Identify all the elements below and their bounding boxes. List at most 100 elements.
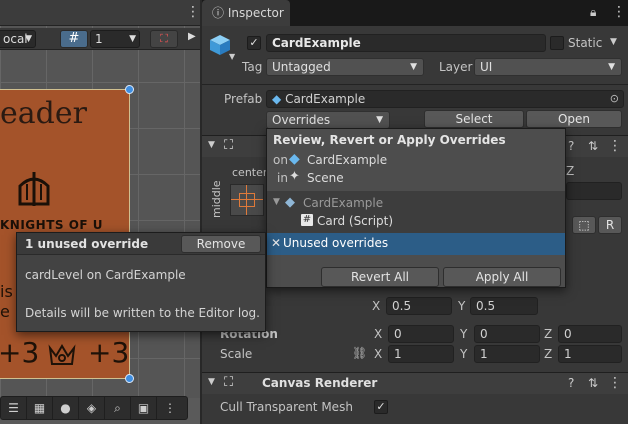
layer-label: Layer	[439, 60, 473, 74]
cull-transparent-mesh-label: Cull Transparent Mesh	[220, 400, 353, 414]
rect-handle-top-right[interactable]	[125, 85, 134, 94]
revert-all-button[interactable]: Revert All	[321, 267, 439, 287]
rotation-x-label: X	[374, 327, 383, 341]
component-menu-icon[interactable]: ⋮	[608, 138, 622, 154]
foldout-arrow-icon: ▼	[208, 377, 215, 387]
rect-handle-bottom-right[interactable]	[125, 374, 134, 383]
scene-toolbar: ⋮	[0, 0, 200, 26]
scale-y-field[interactable]: 1	[474, 345, 540, 363]
chevron-down-icon: ▼	[129, 34, 136, 44]
chevron-down-icon: ▼	[608, 62, 615, 72]
pivot-y-field[interactable]: 0.5	[470, 297, 538, 315]
inspector-menu-icon[interactable]: ⋮	[612, 4, 626, 20]
layer-dropdown[interactable]: UI ▼	[474, 58, 622, 76]
tab-inspector[interactable]: ⓘ Inspector	[202, 0, 290, 26]
pivot-x-label: X	[372, 299, 381, 313]
chevron-down-icon: ▼	[25, 34, 32, 44]
rotation-z-field[interactable]: 0	[558, 325, 622, 343]
gizmos-toggle-icon[interactable]: ⛶	[150, 30, 178, 48]
prefab-asset-value: CardExample	[285, 92, 366, 106]
active-checkbox[interactable]: ✓	[247, 36, 261, 50]
component-menu-icon[interactable]: ⋮	[608, 375, 622, 391]
canvas-renderer-title: Canvas Renderer	[262, 376, 378, 390]
unused-overrides-row[interactable]: ✕ Unused overrides	[267, 233, 565, 255]
tag-dropdown[interactable]: Untagged ▼	[266, 58, 424, 76]
camera-icon[interactable]: ▣	[131, 397, 157, 419]
grid-size-field[interactable]: 1 ▼	[90, 30, 140, 48]
overrides-in-label: in	[277, 171, 288, 185]
tree-root-label[interactable]: CardExample	[303, 196, 383, 210]
remove-button[interactable]: Remove	[181, 235, 261, 253]
select-button[interactable]: Select	[424, 110, 524, 128]
info-icon: ⓘ	[212, 6, 225, 20]
anchor-line	[231, 199, 263, 200]
knight-helmet-icon	[18, 172, 50, 206]
static-label: Static	[568, 36, 603, 50]
card-right-value: +3	[88, 336, 130, 369]
scene-icon: ✦	[289, 169, 300, 184]
scale-z-field[interactable]: 1	[558, 345, 622, 363]
chevron-down-icon: ▼	[410, 62, 417, 72]
layers-icon[interactable]: ◈	[79, 397, 105, 419]
cull-transparent-mesh-checkbox[interactable]: ✓	[374, 400, 388, 414]
scene-overlay-toolbar: ☰ ▦ ● ◈ ⌕ ▣ ⋮	[0, 396, 188, 420]
unused-override-entry: cardLevel on CardExample	[25, 268, 186, 282]
tree-child-label[interactable]: Card (Script)	[317, 214, 393, 228]
help-icon[interactable]: ?	[568, 376, 574, 390]
overrides-dropdown[interactable]: Overrides ▼	[266, 111, 390, 129]
foldout-arrow-icon[interactable]: ▼	[273, 197, 280, 207]
lock-icon[interactable]: 🔒︎	[590, 5, 596, 20]
pos-z-field[interactable]	[566, 182, 622, 200]
help-icon[interactable]: ?	[568, 139, 574, 153]
pivot-x-field[interactable]: 0.5	[386, 297, 452, 315]
hierarchy-icon[interactable]: ☰	[1, 397, 27, 419]
pivot-space-dropdown[interactable]: ocal ▼	[0, 30, 36, 48]
apply-all-button[interactable]: Apply All	[443, 267, 561, 287]
scene-view[interactable]: eader KNIGHTS OF U is e +3 +3 ⋮ ocal ▼ #…	[0, 0, 200, 424]
divider	[202, 84, 628, 85]
prefab-label: Prefab	[224, 92, 263, 106]
tag-value: Untagged	[272, 60, 331, 74]
foldout-arrow-icon: ▼	[208, 140, 215, 150]
object-name-field[interactable]: CardExample	[266, 34, 546, 52]
pivot-y-label: Y	[458, 299, 466, 313]
sphere-icon[interactable]: ●	[53, 397, 79, 419]
object-picker-icon[interactable]: ⊙	[610, 91, 619, 107]
anchor-presets-button[interactable]	[230, 184, 264, 216]
open-button[interactable]: Open	[526, 110, 622, 128]
rotation-x-field[interactable]: 0	[388, 325, 454, 343]
unused-override-popup: 1 unused override Remove cardLevel on Ca…	[16, 232, 266, 332]
grid-size-value: 1	[95, 32, 103, 46]
raw-edit-button[interactable]: R	[598, 216, 622, 234]
grid-icon[interactable]: ▦	[27, 397, 53, 419]
overrides-on-value: CardExample	[307, 153, 388, 167]
anchor-horizontal-label: center	[232, 166, 268, 179]
canvas-renderer-header[interactable]: ▼ ⛶ Canvas Renderer ? ⇅ ⋮	[202, 372, 628, 394]
chevron-down-icon[interactable]: ▼	[610, 37, 617, 47]
close-icon: ✕	[271, 236, 282, 250]
chevron-right-icon[interactable]: ▶	[188, 31, 196, 42]
more-icon[interactable]: ⋮	[157, 397, 183, 419]
card-title-text: eader	[0, 96, 87, 131]
scale-label: Scale	[220, 347, 253, 361]
scene-menu-icon[interactable]: ⋮	[186, 4, 200, 20]
overrides-on-label: on	[273, 153, 288, 167]
unused-popup-title: 1 unused override	[25, 237, 149, 251]
crest-icon	[48, 344, 76, 365]
inspector-tabbar: ⓘ Inspector 🔒︎ ⋮	[202, 0, 628, 26]
chevron-down-icon[interactable]: ▼	[229, 52, 235, 61]
blueprint-mode-button[interactable]: ⬚	[572, 216, 596, 234]
rotation-y-field[interactable]: 0	[474, 325, 540, 343]
search-icon[interactable]: ⌕	[105, 397, 131, 419]
layer-value: UI	[480, 60, 493, 74]
prefab-cube-icon: ◆	[272, 92, 282, 106]
constrain-proportions-icon[interactable]: ⛓	[352, 346, 367, 360]
anchor-line	[246, 185, 247, 215]
scale-x-field[interactable]: 1	[388, 345, 454, 363]
preset-icon[interactable]: ⇅	[588, 376, 598, 390]
grid-snap-icon[interactable]: #	[60, 30, 88, 48]
overrides-popup-title: Review, Revert or Apply Overrides	[273, 133, 506, 147]
preset-icon[interactable]: ⇅	[588, 139, 598, 153]
prefab-asset-field[interactable]: ◆ CardExample ⊙	[266, 90, 624, 108]
static-checkbox[interactable]	[550, 36, 564, 50]
